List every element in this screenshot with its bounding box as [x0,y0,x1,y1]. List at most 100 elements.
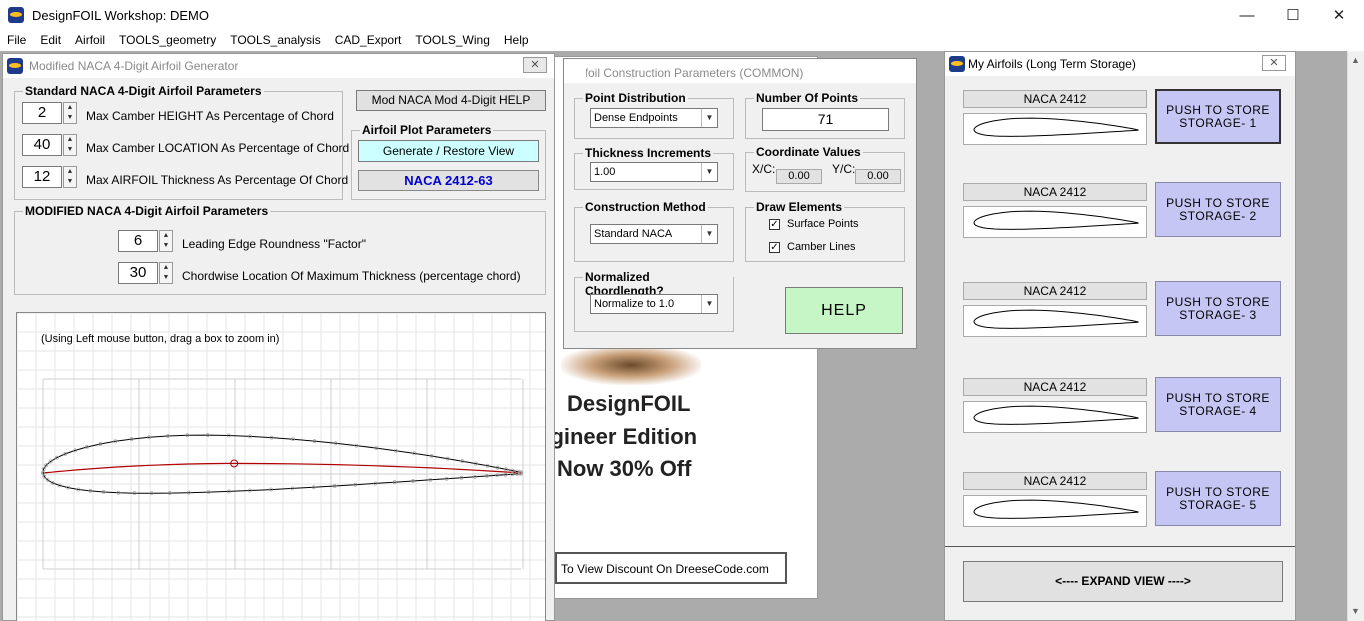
camber-lines-label: Camber Lines [787,241,856,253]
surface-points-checkbox[interactable]: ✓ [769,219,780,230]
spin-down-icon[interactable]: ▼ [160,273,172,283]
number-points-input[interactable]: 71 [762,108,889,131]
spin-arrows[interactable]: ▲ ▼ [63,166,77,188]
storage-window: My Airfoils (Long Term Storage) ✕ NACA 2… [944,51,1296,621]
plot-params-label: Airfoil Plot Parameters [360,123,494,137]
draw-elements-label: Draw Elements [754,200,845,214]
airfoil-preview-shape [973,309,1139,329]
chevron-down-icon[interactable]: ▼ [701,109,717,127]
chevron-down-icon[interactable]: ▼ [701,295,717,313]
menu-bar: File Edit Airfoil TOOLS_geometry TOOLS_analy… [0,31,1364,51]
naca-generator-close-icon[interactable]: ✕ [523,57,547,73]
store-button-4[interactable]: PUSH TO STORE STORAGE- 4 [1155,377,1281,432]
promo-image [561,345,701,385]
chevron-down-icon[interactable]: ▼ [701,225,717,243]
airfoil-plot-canvas[interactable]: (Using Left mouse button, drag a box to … [16,312,546,621]
storage-close-icon[interactable]: ✕ [1262,55,1286,71]
spin-up-icon[interactable]: ▲ [64,103,76,113]
spin-arrows[interactable]: ▲ ▼ [63,102,77,124]
airfoil-preview-shape [973,405,1139,425]
spin-arrows[interactable]: ▲ ▼ [159,230,173,252]
construction-method-select[interactable]: Standard NACA ▼ [590,224,718,244]
window-icon [949,56,965,72]
slot-2-preview[interactable] [963,206,1147,238]
storage-title: My Airfoils (Long Term Storage) [968,57,1136,71]
le-roundness-input[interactable]: 6 [118,230,158,252]
slot-3-name: NACA 2412 [963,282,1147,300]
menu-edit[interactable]: Edit [33,31,68,49]
menu-tools-wing[interactable]: TOOLS_Wing [408,31,496,49]
construction-params-window: Airfoil Construction Parameters (COMMON)… [563,58,917,349]
construction-titlebar: Airfoil Construction Parameters (COMMON) [564,59,916,83]
expand-view-button[interactable]: <---- EXPAND VIEW ----> [963,561,1283,602]
spin-up-icon[interactable]: ▲ [64,135,76,145]
slot-5-preview[interactable] [963,495,1147,527]
window-title: DesignFOIL Workshop: DEMO [32,8,209,23]
generate-restore-button[interactable]: Generate / Restore View [358,140,539,162]
store-button-5[interactable]: PUSH TO STORE STORAGE- 5 [1155,471,1281,526]
construction-method-label: Construction Method [583,200,708,214]
maximize-button[interactable]: ☐ [1270,0,1316,31]
thickness-input[interactable]: 12 [22,166,62,188]
menu-help[interactable]: Help [497,31,536,49]
spin-down-icon[interactable]: ▼ [64,145,76,155]
camber-height-input[interactable]: 2 [22,102,62,124]
slot-3-preview[interactable] [963,305,1147,337]
coordinate-values-label: Coordinate Values [754,145,863,159]
point-distribution-select[interactable]: Dense Endpoints ▼ [590,108,718,128]
xc-label: X/C: [752,162,776,176]
menu-cad-export[interactable]: CAD_Export [328,31,409,49]
window-titlebar: DesignFOIL Workshop: DEMO — ☐ ✕ [0,0,1364,31]
menu-file[interactable]: File [0,31,33,49]
spin-down-icon[interactable]: ▼ [160,241,172,251]
spin-up-icon[interactable]: ▲ [160,231,172,241]
storage-titlebar: My Airfoils (Long Term Storage) ✕ [945,52,1295,76]
plot-hint: (Using Left mouse button, drag a box to … [41,333,280,345]
promo-line-3: Now 30% Off [557,456,692,481]
number-points-label: Number Of Points [754,91,861,105]
airfoil-preview-shape [973,210,1139,230]
discount-button[interactable]: To View Discount On DreeseCode.com [555,552,787,584]
app-icon [8,7,24,23]
store-button-2[interactable]: PUSH TO STORE STORAGE- 2 [1155,182,1281,237]
construction-method-value: Standard NACA [594,228,673,240]
scroll-up-icon[interactable]: ▲ [1351,55,1360,65]
thickness-increments-select[interactable]: 1.00 ▼ [590,162,718,182]
spin-arrows[interactable]: ▲ ▼ [63,134,77,156]
thickness-increments-value: 1.00 [594,166,616,178]
store-button-1[interactable]: PUSH TO STORE STORAGE- 1 [1155,89,1281,144]
vertical-scrollbar[interactable]: ▲ ▼ [1347,51,1364,621]
spin-up-icon[interactable]: ▲ [160,263,172,273]
close-button[interactable]: ✕ [1316,0,1362,31]
thickness-label: Max AIRFOIL Thickness As Percentage Of C… [86,173,349,187]
menu-tools-geometry[interactable]: TOOLS_geometry [112,31,223,49]
slot-4-preview[interactable] [963,401,1147,433]
le-roundness-label: Leading Edge Roundness "Factor" [182,237,366,251]
standard-params-label: Standard NACA 4-Digit Airfoil Parameters [23,84,264,98]
store-button-3[interactable]: PUSH TO STORE STORAGE- 3 [1155,281,1281,336]
slot-2-name: NACA 2412 [963,183,1147,201]
spin-down-icon[interactable]: ▼ [64,113,76,123]
spin-arrows[interactable]: ▲ ▼ [159,262,173,284]
chevron-down-icon[interactable]: ▼ [701,163,717,181]
chordwise-location-input[interactable]: 30 [118,262,158,284]
chordlength-value: Normalize to 1.0 [594,298,675,310]
slot-4-name: NACA 2412 [963,378,1147,396]
construction-help-button[interactable]: HELP [785,287,903,334]
airfoil-plot-svg[interactable] [16,312,545,621]
slot-1-preview[interactable] [963,113,1147,145]
naca-help-button[interactable]: Mod NACA Mod 4-Digit HELP [356,90,546,111]
plot-grid [16,312,545,621]
menu-airfoil[interactable]: Airfoil [68,31,112,49]
camber-lines-checkbox[interactable]: ✓ [769,242,780,253]
camber-location-input[interactable]: 40 [22,134,62,156]
xc-value: 0.00 [776,169,822,184]
scroll-down-icon[interactable]: ▼ [1351,606,1360,616]
minimize-button[interactable]: — [1224,0,1270,31]
naca-generator-titlebar: Modified NACA 4-Digit Airfoil Generator … [3,54,554,78]
chordlength-select[interactable]: Normalize to 1.0 ▼ [590,294,718,314]
menu-tools-analysis[interactable]: TOOLS_analysis [223,31,328,49]
spin-down-icon[interactable]: ▼ [64,177,76,187]
airfoil-name-display: NACA 2412-63 [358,170,539,191]
spin-up-icon[interactable]: ▲ [64,167,76,177]
